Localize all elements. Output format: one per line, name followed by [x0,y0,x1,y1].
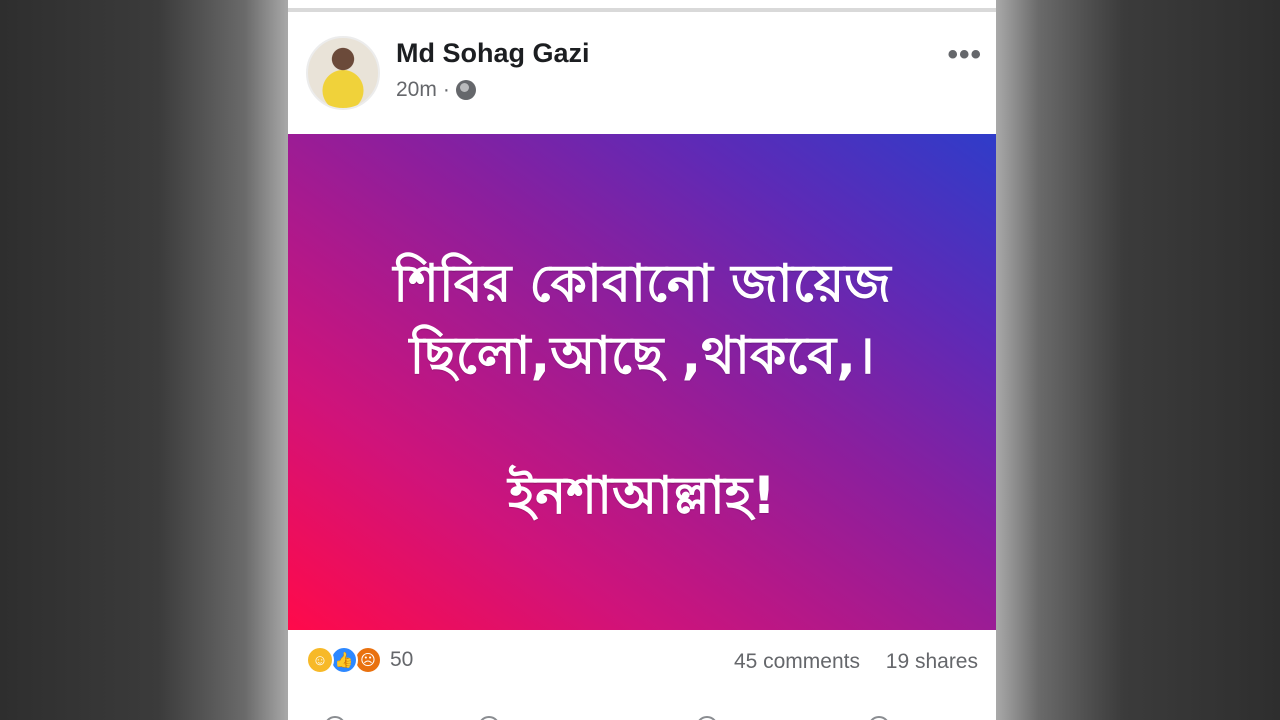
shares-count-link[interactable]: 19 shares [886,650,978,674]
background-right [996,0,1280,720]
banner-line-3: ইনশাআল্লাহ! [508,466,776,526]
banner-line-2: ছিলো,আছে ,থাকবে,। [409,326,875,386]
globe-icon [455,80,476,100]
meta-separator: · [442,78,450,101]
share-button[interactable] [696,716,718,720]
like-reaction-icon: 👍 [330,646,358,674]
angry-reaction-icon: ☹ [354,646,382,674]
post-meta: 20m · [396,78,476,102]
author-name[interactable]: Md Sohag Gazi [396,38,590,69]
comments-count-link[interactable]: 45 comments [734,650,860,674]
facebook-post: Md Sohag Gazi 20m · ••• শিবির কোবানো জায… [288,0,996,720]
like-button[interactable] [324,716,346,720]
action-bar [288,706,996,720]
banner-line-1: শিবির কোবানো জায়েজ [393,254,891,314]
more-options-button[interactable]: ••• [947,38,982,72]
post-banner: শিবির কোবানো জায়েজ ছিলো,আছে ,থাকবে,। ইন… [288,134,996,630]
haha-reaction-icon: ☺ [306,646,334,674]
post-stats: ☺ 👍 ☹ 50 45 comments 19 shares [288,630,996,700]
background-left [0,0,288,720]
reaction-count: 50 [390,648,414,671]
divider [288,8,996,12]
comment-button[interactable] [478,716,500,720]
avatar[interactable] [306,36,380,110]
reactions-summary[interactable]: ☺ 👍 ☹ 50 [306,646,413,674]
post-time[interactable]: 20m [396,78,437,102]
send-button[interactable] [868,716,890,720]
